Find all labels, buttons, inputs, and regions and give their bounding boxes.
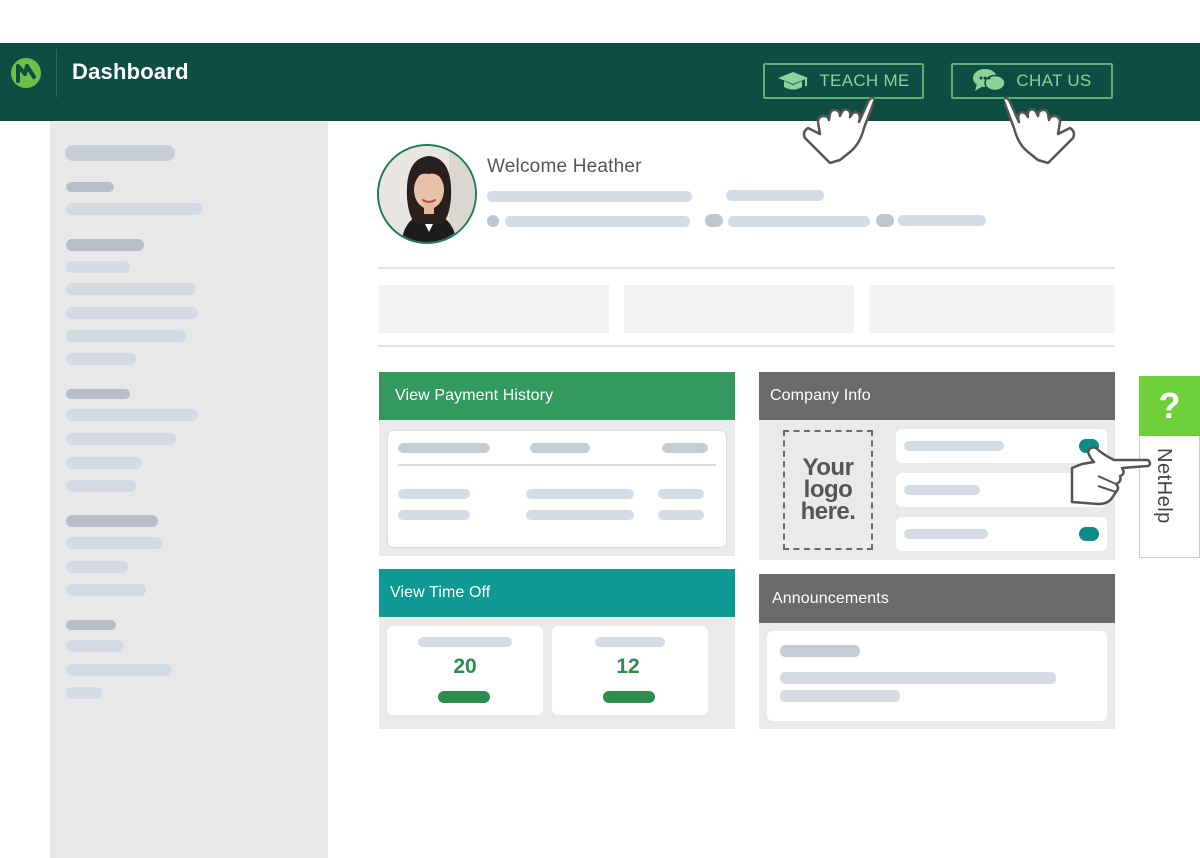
nethelp-label: NetHelp xyxy=(1153,448,1175,524)
announcement-skeleton xyxy=(780,690,900,702)
table-cell xyxy=(658,510,704,520)
sidebar-skeleton[interactable] xyxy=(66,480,136,492)
sidebar-skeleton xyxy=(66,620,116,630)
announcements-button[interactable]: Announcements xyxy=(759,574,1115,623)
pointing-hand-icon xyxy=(802,96,874,164)
profile-dot xyxy=(705,214,723,227)
profile-dot xyxy=(487,215,499,227)
announcement-skeleton xyxy=(780,672,1056,684)
table-header-cell xyxy=(662,443,708,453)
page-title: Dashboard xyxy=(72,59,189,84)
announcement-skeleton xyxy=(780,645,860,657)
time-off-stat-value: 20 xyxy=(453,655,477,678)
table-cell xyxy=(398,510,470,520)
announcement-item[interactable] xyxy=(767,631,1107,721)
chat-bubbles-icon xyxy=(972,68,1007,94)
sidebar-skeleton-title xyxy=(65,145,175,161)
sidebar-skeleton[interactable] xyxy=(66,584,146,596)
sidebar-skeleton[interactable] xyxy=(66,640,124,652)
table-header-cell xyxy=(398,443,490,453)
sidebar-skeleton[interactable] xyxy=(66,457,142,469)
company-info-title: Company Info xyxy=(770,387,871,404)
sidebar-skeleton[interactable] xyxy=(66,261,130,273)
sidebar-skeleton xyxy=(66,182,114,192)
sidebar-skeleton xyxy=(66,515,158,527)
announcements-title: Announcements xyxy=(772,589,889,607)
payment-history-card: View Payment History xyxy=(379,372,735,556)
payment-table xyxy=(387,430,727,548)
sidebar-skeleton[interactable] xyxy=(66,283,196,295)
profile-skeleton xyxy=(728,216,870,227)
sidebar-skeleton[interactable] xyxy=(66,203,202,215)
time-off-card: View Time Off 20 12 xyxy=(379,569,735,729)
divider xyxy=(378,345,1115,347)
stat-bar xyxy=(438,691,490,703)
stat-label-skeleton xyxy=(418,637,512,647)
table-cell xyxy=(658,489,704,499)
summary-tile[interactable] xyxy=(379,285,609,333)
info-skeleton xyxy=(904,485,980,495)
table-cell xyxy=(526,489,634,499)
dashboard-page: Dashboard TEACH ME CHAT US Welcome Heath… xyxy=(0,0,1200,858)
company-logo-placeholder: Your logo here. xyxy=(783,430,873,550)
sidebar xyxy=(50,121,328,858)
teach-me-label: TEACH ME xyxy=(819,71,910,90)
time-off-title: View Time Off xyxy=(390,584,491,601)
profile-skeleton xyxy=(487,191,692,202)
payment-history-button[interactable]: View Payment History xyxy=(379,372,735,420)
table-divider xyxy=(398,464,716,466)
sidebar-skeleton xyxy=(66,239,144,251)
info-skeleton xyxy=(904,441,1004,451)
sidebar-skeleton[interactable] xyxy=(66,664,172,676)
graduation-cap-icon xyxy=(777,71,809,91)
table-cell xyxy=(398,489,470,499)
profile-skeleton xyxy=(726,190,824,201)
time-off-stat-value: 12 xyxy=(616,655,640,678)
profile-skeleton xyxy=(898,215,986,226)
time-off-stat-box: 20 xyxy=(387,626,543,715)
sidebar-skeleton[interactable] xyxy=(66,433,176,445)
profile-skeleton xyxy=(505,216,690,227)
sidebar-skeleton[interactable] xyxy=(66,409,198,421)
sidebar-skeleton xyxy=(66,389,130,399)
welcome-greeting: Welcome Heather xyxy=(487,156,642,177)
sidebar-skeleton[interactable] xyxy=(66,330,186,342)
toggle-switch[interactable] xyxy=(1079,527,1099,541)
company-info-row xyxy=(896,517,1107,551)
stat-label-skeleton xyxy=(595,637,665,647)
company-info-card: Company Info Your logo here. xyxy=(759,372,1115,560)
info-skeleton xyxy=(904,529,988,539)
logo-placeholder-text: here. xyxy=(800,498,856,525)
pointing-hand-icon xyxy=(1070,446,1152,506)
payment-history-title: View Payment History xyxy=(395,387,554,404)
profile-dot xyxy=(876,214,894,227)
brand-logo-icon[interactable] xyxy=(10,57,42,89)
time-off-button[interactable]: View Time Off xyxy=(379,569,735,617)
divider xyxy=(378,267,1115,269)
table-cell xyxy=(526,510,634,520)
time-off-stat-box: 12 xyxy=(552,626,708,715)
sidebar-skeleton[interactable] xyxy=(66,561,128,573)
pointing-hand-icon xyxy=(1004,96,1076,164)
summary-tile[interactable] xyxy=(624,285,854,333)
sidebar-skeleton[interactable] xyxy=(66,353,136,365)
sidebar-skeleton[interactable] xyxy=(66,687,102,699)
chat-us-label: CHAT US xyxy=(1016,71,1092,90)
stat-bar xyxy=(603,691,655,703)
sidebar-skeleton[interactable] xyxy=(66,307,198,319)
avatar[interactable] xyxy=(377,144,477,244)
logo-divider xyxy=(56,49,57,97)
announcements-card: Announcements xyxy=(759,574,1115,729)
sidebar-skeleton[interactable] xyxy=(66,537,162,549)
summary-tile[interactable] xyxy=(869,285,1115,333)
company-info-button[interactable]: Company Info xyxy=(759,372,1115,420)
help-question-icon[interactable]: ? xyxy=(1139,376,1200,436)
table-header-cell xyxy=(530,443,590,453)
